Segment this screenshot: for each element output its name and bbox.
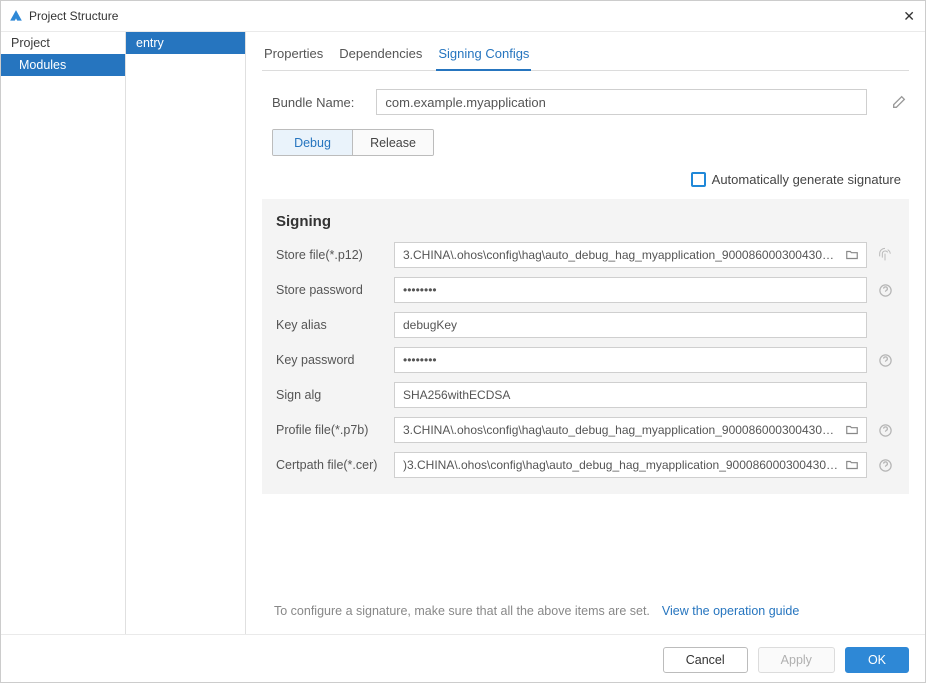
key-alias-label: Key alias (276, 318, 386, 332)
apply-button[interactable]: Apply (758, 647, 835, 673)
key-alias-input[interactable] (394, 312, 867, 338)
sign-alg-label: Sign alg (276, 388, 386, 402)
tab-dependencies[interactable]: Dependencies (337, 38, 424, 70)
titlebar: Project Structure ✕ (1, 1, 925, 31)
bundle-name-label: Bundle Name: (272, 95, 354, 110)
signing-panel: Signing Store file(*.p12) Store password… (262, 199, 909, 494)
ok-button[interactable]: OK (845, 647, 909, 673)
toggle-release[interactable]: Release (353, 130, 433, 155)
certpath-file-label: Certpath file(*.cer) (276, 458, 386, 472)
operation-guide-link[interactable]: View the operation guide (662, 604, 799, 618)
help-icon[interactable] (875, 283, 895, 298)
nav-modules[interactable]: Modules (1, 54, 125, 76)
toggle-debug[interactable]: Debug (273, 130, 353, 155)
left-sidebar: Project Modules (1, 32, 126, 634)
folder-icon[interactable] (845, 458, 859, 472)
fingerprint-icon[interactable] (875, 247, 895, 263)
store-file-label: Store file(*.p12) (276, 248, 386, 262)
footer-note-text: To configure a signature, make sure that… (274, 604, 650, 618)
key-password-label: Key password (276, 353, 386, 367)
auto-signature-label: Automatically generate signature (712, 172, 901, 187)
button-bar: Cancel Apply OK (1, 634, 925, 684)
key-password-input[interactable] (394, 347, 867, 373)
folder-icon[interactable] (845, 423, 859, 437)
signing-heading: Signing (276, 213, 895, 230)
folder-icon[interactable] (845, 248, 859, 262)
bundle-name-input[interactable] (376, 89, 867, 115)
tab-bar: Properties Dependencies Signing Configs (262, 38, 909, 71)
help-icon[interactable] (875, 423, 895, 438)
module-list: entry (126, 32, 246, 634)
sign-alg-input[interactable] (394, 382, 867, 408)
nav-project[interactable]: Project (1, 32, 125, 54)
edit-icon[interactable] (889, 92, 909, 112)
close-icon[interactable]: ✕ (903, 8, 915, 25)
help-icon[interactable] (875, 353, 895, 368)
certpath-file-input[interactable] (394, 452, 867, 478)
store-file-input[interactable] (394, 242, 867, 268)
app-logo-icon (9, 9, 23, 23)
build-type-toggle: Debug Release (272, 129, 434, 156)
auto-signature-checkbox[interactable] (691, 172, 706, 187)
tab-properties[interactable]: Properties (262, 38, 325, 70)
store-password-input[interactable] (394, 277, 867, 303)
cancel-button[interactable]: Cancel (663, 647, 748, 673)
profile-file-label: Profile file(*.p7b) (276, 423, 386, 437)
tab-signing-configs[interactable]: Signing Configs (436, 38, 531, 71)
module-entry[interactable]: entry (126, 32, 245, 54)
help-icon[interactable] (875, 458, 895, 473)
window-title: Project Structure (29, 9, 118, 23)
store-password-label: Store password (276, 283, 386, 297)
profile-file-input[interactable] (394, 417, 867, 443)
